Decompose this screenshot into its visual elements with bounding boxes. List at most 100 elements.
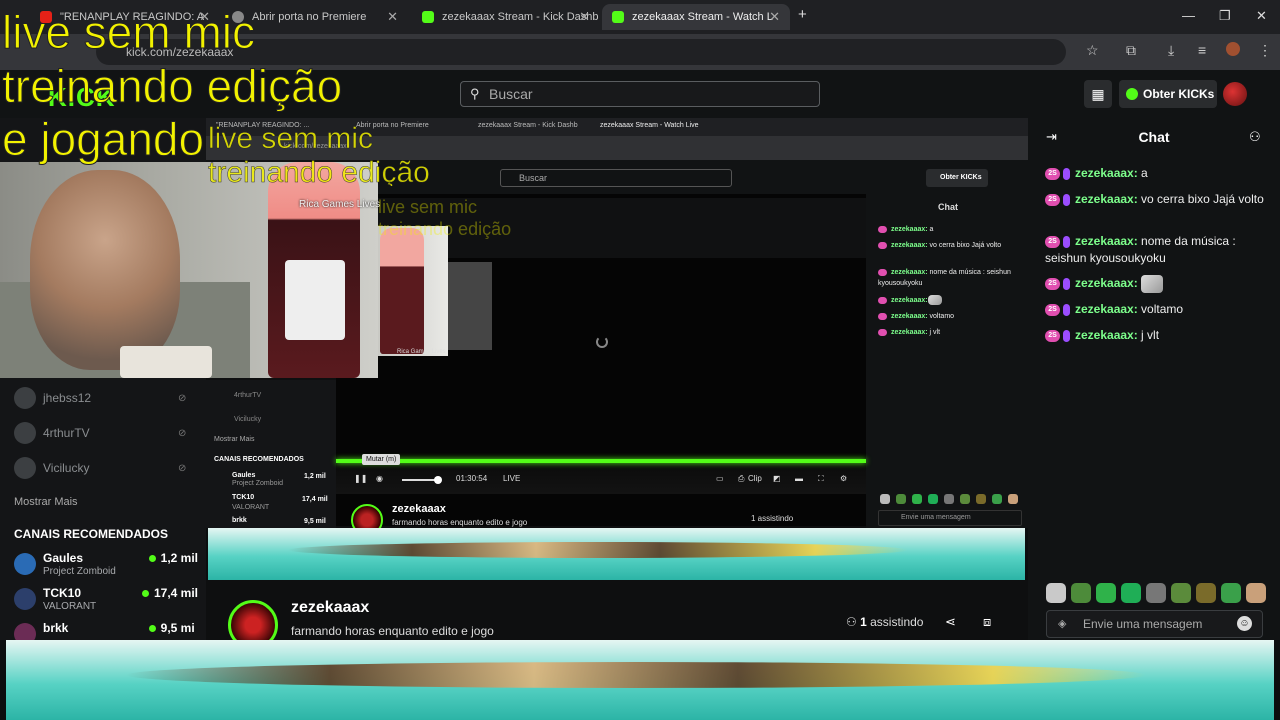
emote-icon[interactable]	[1096, 583, 1116, 603]
sidebar-item-4rthurtv[interactable]: 4rthurTV	[14, 422, 90, 444]
overlay-text-line1: live sem mic	[1, 6, 256, 58]
settings-icon: ⚙	[840, 474, 848, 483]
new-tab-button[interactable]: +	[798, 6, 807, 23]
overlay-text-line3: e jogando	[1, 113, 205, 165]
shield-icon: ◈	[1058, 618, 1067, 630]
nested-volume-knob	[434, 476, 442, 484]
nested-streamer-avatar	[351, 504, 383, 528]
channel-game: VALORANT	[43, 601, 97, 612]
close-tab-icon[interactable]: ✕	[769, 9, 780, 25]
emote-icon	[992, 494, 1002, 504]
chat-message: 2S zezekaaax: nome da música : seishun ky…	[1045, 233, 1270, 267]
close-tab-icon[interactable]: ✕	[579, 9, 590, 25]
nested-tab: zezekaaax Stream - Kick Dashb	[478, 122, 578, 129]
tab-kick-watch[interactable]: zezekaaax Stream - Watch L ✕	[602, 4, 790, 30]
close-window-button[interactable]: ✕	[1256, 8, 1267, 24]
media-icon[interactable]: ≡	[1198, 42, 1206, 58]
nested-rec-name: Gaules	[232, 472, 256, 479]
library-button[interactable]: ▦	[1084, 80, 1112, 108]
nested-following: Vicilucky	[234, 416, 262, 423]
recommended-channel[interactable]: brkk 9,5 mil	[14, 621, 194, 640]
emote-icon[interactable]	[1196, 583, 1216, 603]
menu-icon[interactable]: ⋮	[1258, 42, 1272, 59]
tab-title: zezekaaax Stream - Kick Dashb	[442, 11, 599, 23]
emote-icon[interactable]	[1221, 583, 1241, 603]
kick-icon	[612, 11, 624, 23]
nested-volume-slider	[402, 479, 438, 481]
chat-username[interactable]: zezekaaax:	[1075, 276, 1138, 290]
sidebar-item-label: jhebss12	[43, 391, 92, 405]
avatar	[14, 457, 36, 479]
channel-name: Gaules	[43, 551, 84, 565]
volume-icon: ◉	[376, 474, 383, 483]
webcam-feed	[0, 162, 378, 378]
emote-icon[interactable]	[1071, 583, 1091, 603]
emote-icon[interactable]	[1121, 583, 1141, 603]
offline-icon: ⊘	[178, 428, 187, 439]
share-icon[interactable]: ⋖	[945, 614, 956, 630]
overlay-text-nested-line2: treinando edição	[208, 156, 430, 186]
gift-sub-icon[interactable]: ⧈	[983, 614, 991, 630]
close-tab-icon[interactable]: ✕	[387, 9, 398, 25]
pause-icon: ❚❚	[354, 474, 368, 483]
get-kicks-label: Obter KICKs	[1143, 87, 1215, 101]
emote-icon[interactable]	[1046, 583, 1066, 603]
get-kicks-button[interactable]: Obter KICKs	[1119, 80, 1217, 108]
show-more-link[interactable]: Mostrar Mais	[14, 496, 78, 508]
chat-message: 2S zezekaaax:	[1045, 275, 1270, 293]
download-icon[interactable]: ⤓	[1168, 42, 1174, 59]
emoji-picker-icon[interactable]: ☺	[1237, 616, 1252, 631]
subscriber-badge-icon: 2S	[1045, 329, 1060, 342]
user-avatar[interactable]	[1223, 82, 1247, 106]
mic-badge-icon	[1063, 235, 1070, 248]
tab-kick-dashboard[interactable]: zezekaaax Stream - Kick Dashb ✕	[412, 4, 600, 30]
emote-icon[interactable]	[1246, 583, 1266, 603]
nested-clip-label: Clip	[748, 474, 762, 483]
emote-icon	[880, 494, 890, 504]
chat-username[interactable]: zezekaaax:	[1075, 192, 1138, 206]
mute-tooltip: Mutar (m)	[362, 454, 401, 465]
maximize-button[interactable]: ❐	[1219, 8, 1231, 24]
search-input[interactable]: ⚲ Buscar	[460, 81, 820, 107]
bottom-banner	[6, 640, 1274, 720]
tab-title: zezekaaax Stream - Watch L	[632, 11, 773, 23]
chat-text: a	[1137, 166, 1148, 180]
offline-icon: ⊘	[178, 463, 187, 474]
extensions-icon[interactable]: ⧉	[1126, 42, 1136, 59]
chat-text: voltamo	[1137, 302, 1184, 316]
recommended-channel[interactable]: TCK10 VALORANT 17,4 mil	[14, 586, 198, 618]
nested-banner	[208, 528, 1025, 580]
banner-art	[288, 542, 908, 558]
streamer-name[interactable]: zezekaaax	[291, 599, 369, 617]
subscriber-badge-icon: 2S	[1045, 278, 1060, 290]
emote-icon	[1141, 275, 1164, 293]
minimize-button[interactable]: —	[1182, 8, 1195, 23]
chat-username[interactable]: zezekaaax:	[1075, 234, 1138, 248]
star-icon[interactable]: ☆	[1086, 42, 1099, 59]
emote-icon[interactable]	[1146, 583, 1166, 603]
emote-icon[interactable]	[1171, 583, 1191, 603]
pip-icon: ▭	[716, 474, 724, 483]
emote-icon	[927, 295, 942, 306]
chat-input[interactable]: ◈ Envie uma mensagem	[1046, 610, 1263, 638]
mic-badge-icon	[1063, 303, 1070, 316]
chat-users-icon[interactable]: ⚇	[1249, 129, 1261, 145]
overlay-text-deep-line1: live sem mic	[378, 197, 478, 217]
chat-username[interactable]: zezekaaax:	[1075, 328, 1138, 342]
badge-icon	[878, 328, 887, 336]
offline-icon: ⊘	[178, 393, 187, 404]
recommended-channel[interactable]: Gaules Project Zomboid 1,2 mil	[14, 551, 198, 583]
viewer-count-value: 1,2 mil	[160, 551, 198, 565]
viewer-count-label: assistindo	[866, 615, 924, 629]
chat-username[interactable]: zezekaaax:	[1075, 166, 1138, 180]
nested-player-controls	[336, 458, 866, 494]
sidebar-item-vicilucky[interactable]: Vicilucky	[14, 457, 89, 479]
chat-username[interactable]: zezekaaax:	[1075, 302, 1138, 316]
emote-icon	[944, 494, 954, 504]
profile-avatar[interactable]	[1226, 42, 1240, 56]
sidebar-item-jhebss12[interactable]: jhebss12	[14, 387, 91, 409]
webcam-bottle-label	[285, 260, 345, 340]
chat-message: 2S zezekaaax: a	[1045, 165, 1270, 182]
webcam-face	[30, 170, 180, 370]
overlay-text-line2: treinando edição	[1, 60, 343, 112]
